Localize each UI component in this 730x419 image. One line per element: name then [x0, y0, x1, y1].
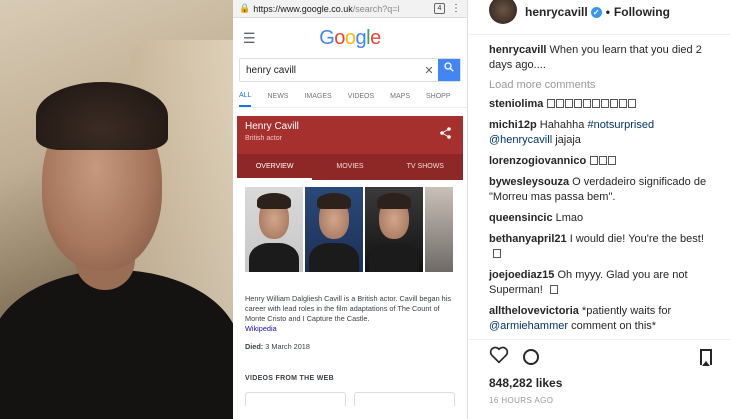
video-card — [354, 392, 455, 406]
search-query: henry cavill — [246, 64, 297, 76]
tab-news: NEWS — [267, 93, 289, 100]
video-card — [245, 392, 346, 406]
lock-icon: 🔒 — [239, 3, 251, 13]
comment-text: comment on this* — [568, 320, 657, 332]
image-strip — [245, 187, 463, 272]
hair — [36, 82, 168, 150]
comment-username[interactable]: queensincic — [489, 212, 553, 224]
comment: allthelovevictoria *patiently waits for … — [489, 304, 730, 334]
instagram-post-panel: henrycavill ✓ • Following henrycavill When … — [469, 0, 730, 419]
following-button[interactable]: Following — [614, 5, 670, 19]
comment: bethanyapril21 I would die! You're the b… — [489, 232, 730, 262]
tab-maps: MAPS — [390, 93, 410, 100]
tab-all: ALL — [239, 86, 252, 107]
verified-icon: ✓ — [590, 7, 602, 18]
comment-username[interactable]: bywesleysouza — [489, 176, 569, 188]
post-header: henrycavill ✓ • Following — [469, 0, 730, 35]
google-search-box: henry cavill ✕ — [239, 58, 461, 82]
comment-username[interactable]: joejoediaz15 — [489, 269, 554, 281]
bookmark-icon[interactable] — [700, 349, 712, 366]
kp-died: Died: 3 March 2018 — [245, 342, 310, 351]
clear-icon: ✕ — [424, 64, 434, 77]
emoji-glyphs — [493, 248, 502, 260]
videos-heading: VIDEOS FROM THE WEB — [245, 375, 334, 382]
video-cards — [245, 392, 455, 406]
comment-text: Lmao — [552, 212, 584, 224]
comments-list: henrycavill When you learn that you died… — [469, 35, 730, 340]
comment-text: *patiently waits for — [578, 305, 672, 317]
actor-photo — [305, 187, 363, 272]
emoji-glyphs — [547, 98, 637, 110]
comment: lorenzogiovannico — [489, 154, 730, 169]
tab-images: IMAGES — [304, 93, 332, 100]
comment-username[interactable]: allthelovevictoria — [489, 305, 579, 317]
comment-icon[interactable] — [523, 349, 539, 365]
google-logo: Google — [319, 26, 381, 49]
separator-dot: • — [605, 5, 610, 19]
wikipedia-link: Wikipedia — [245, 324, 277, 333]
search-icon — [438, 59, 460, 81]
comment: queensincic Lmao — [489, 211, 730, 226]
kp-subtitle: British actor — [245, 135, 282, 142]
load-more-comments[interactable]: Load more comments — [489, 79, 730, 91]
caption-username[interactable]: henrycavill — [489, 44, 546, 56]
likes-count[interactable]: 848,282 likes — [469, 374, 730, 390]
kp-tab-tv-shows: TV SHOWS — [406, 163, 444, 170]
comment: michi12p Hahahha #notsurprised @henrycav… — [489, 118, 730, 148]
more-icon: ⋮ — [451, 3, 461, 14]
comment-username[interactable]: michi12p — [489, 119, 537, 131]
post-timestamp: 16 HOURS AGO — [489, 396, 554, 405]
tab-shopping: SHOPP — [426, 93, 451, 100]
google-tabs: ALL NEWS IMAGES VIDEOS MAPS SHOPP — [233, 86, 467, 108]
kp-title: Henry Cavill — [245, 121, 299, 132]
post-actions — [469, 340, 730, 374]
google-search-screenshot: 🔒 https://www.google.co.uk/search?q=l 4 … — [233, 0, 468, 419]
comment-username[interactable]: steniolima — [489, 98, 543, 110]
avatar[interactable] — [489, 0, 517, 24]
comment-text: I would die! You're the best! — [566, 233, 704, 245]
heart-icon[interactable] — [489, 346, 509, 369]
post-photo — [0, 0, 233, 419]
google-header: ☰ Google — [233, 18, 467, 58]
comment-username[interactable]: lorenzogiovannico — [489, 155, 586, 167]
comment-text: Hahahha — [536, 119, 588, 131]
kp-tab-overview: OVERVIEW — [237, 154, 313, 180]
comment: joejoediaz15 Oh myyy. Glad you are not S… — [489, 268, 730, 298]
comment-text: jajaja — [552, 134, 581, 146]
actor-photo — [425, 187, 453, 272]
hashtag-link[interactable]: #notsurprised — [587, 119, 654, 131]
browser-address-bar: 🔒 https://www.google.co.uk/search?q=l 4 … — [233, 0, 467, 18]
knowledge-panel: Henry Cavill British actor OVERVIEW MOVI… — [237, 116, 463, 180]
share-icon — [440, 127, 451, 142]
mention-link[interactable]: @henrycavill — [489, 134, 552, 146]
kp-tab-movies: MOVIES — [336, 163, 364, 170]
tabs-count-icon: 4 — [434, 3, 445, 14]
shirt — [0, 270, 233, 419]
comment-username[interactable]: bethanyapril21 — [489, 233, 567, 245]
kp-description: Henry William Dalgliesh Cavill is a Brit… — [245, 294, 455, 334]
emoji-glyphs — [590, 155, 617, 167]
actor-photo — [245, 187, 303, 272]
username-link[interactable]: henrycavill — [525, 5, 588, 19]
comment: bywesleysouza O verdadeiro significado d… — [489, 175, 730, 205]
tab-videos: VIDEOS — [347, 93, 375, 100]
emoji-glyphs — [549, 284, 559, 296]
url-text: https://www.google.co.uk/search?q=l — [253, 3, 400, 14]
mention-link[interactable]: @armiehammer — [489, 320, 568, 332]
caption: henrycavill When you learn that you died… — [489, 44, 702, 71]
comment: steniolima — [489, 97, 730, 112]
actor-photo — [365, 187, 423, 272]
